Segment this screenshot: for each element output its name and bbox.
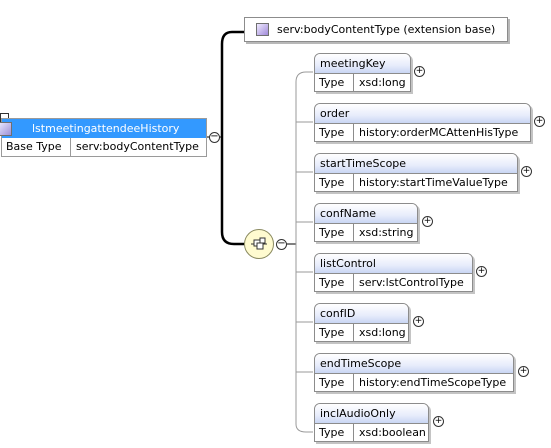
type-label: Type xyxy=(315,324,354,341)
extension-base-box[interactable]: serv:bodyContentType (extension base) xyxy=(244,17,508,42)
element-confID[interactable]: confID Type xsd:long xyxy=(314,303,409,342)
expand-icon[interactable]: + xyxy=(433,416,444,427)
root-title: lstmeetingattendeeHistory xyxy=(0,119,206,138)
element-name: startTimeScope xyxy=(315,154,517,174)
type-label: Type xyxy=(315,74,354,91)
base-type-value: serv:bodyContentType xyxy=(76,140,199,153)
sequence-compositor-icon[interactable] xyxy=(244,229,274,259)
expand-icon[interactable]: + xyxy=(521,166,532,177)
type-value: xsd:string xyxy=(359,226,414,239)
expand-icon[interactable]: + xyxy=(518,366,529,377)
element-endTimeScope[interactable]: endTimeScope Type history:endTimeScopeTyp… xyxy=(314,353,514,392)
type-value: serv:lstControlType xyxy=(359,276,464,289)
element-name: inclAudioOnly xyxy=(315,404,428,424)
type-label: Type xyxy=(315,374,354,391)
complex-type-icon xyxy=(256,23,269,36)
type-value: xsd:boolean xyxy=(359,426,426,439)
element-name: confName xyxy=(315,204,417,224)
type-label: Type xyxy=(315,124,354,141)
element-name: meetingKey xyxy=(315,54,410,74)
expand-icon[interactable]: + xyxy=(422,216,433,227)
collapse-root-icon[interactable]: − xyxy=(209,132,220,143)
expand-icon[interactable]: + xyxy=(534,116,545,127)
collapse-sequence-icon[interactable]: − xyxy=(276,239,287,250)
type-label: Type xyxy=(315,424,354,441)
base-type-label: Base Type xyxy=(2,138,71,156)
expand-icon[interactable]: + xyxy=(413,316,424,327)
type-value: xsd:long xyxy=(359,76,406,89)
expand-icon[interactable]: + xyxy=(414,66,425,77)
root-base-type-row: Base Type serv:bodyContentType xyxy=(2,138,206,156)
root-complex-type[interactable]: lstmeetingattendeeHistory Base Type serv… xyxy=(0,118,207,157)
element-startTimeScope[interactable]: startTimeScope Type history:startTimeValu… xyxy=(314,153,518,192)
type-value: xsd:long xyxy=(359,326,406,339)
type-label: Type xyxy=(315,224,354,241)
element-name: listControl xyxy=(315,254,472,274)
type-label: Type xyxy=(315,274,354,291)
element-name: order xyxy=(315,104,530,124)
element-name: endTimeScope xyxy=(315,354,513,374)
type-label: Type xyxy=(315,174,354,191)
extension-label: serv:bodyContentType (extension base) xyxy=(277,23,496,36)
element-inclAudioOnly[interactable]: inclAudioOnly Type xsd:boolean xyxy=(314,403,429,442)
type-value: history:startTimeValueType xyxy=(359,176,508,189)
root-name: lstmeetingattendeeHistory xyxy=(32,122,180,135)
element-order[interactable]: order Type history:orderMCAttenHisType xyxy=(314,103,531,142)
type-value: history:orderMCAttenHisType xyxy=(359,126,519,139)
expand-icon[interactable]: + xyxy=(476,266,487,277)
type-value: history:endTimeScopeType xyxy=(359,376,507,389)
element-meetingKey[interactable]: meetingKey Type xsd:long xyxy=(314,53,411,92)
complex-type-icon xyxy=(0,122,12,136)
element-listControl[interactable]: listControl Type serv:lstControlType xyxy=(314,253,473,292)
element-confName[interactable]: confName Type xsd:string xyxy=(314,203,418,242)
element-name: confID xyxy=(315,304,408,324)
